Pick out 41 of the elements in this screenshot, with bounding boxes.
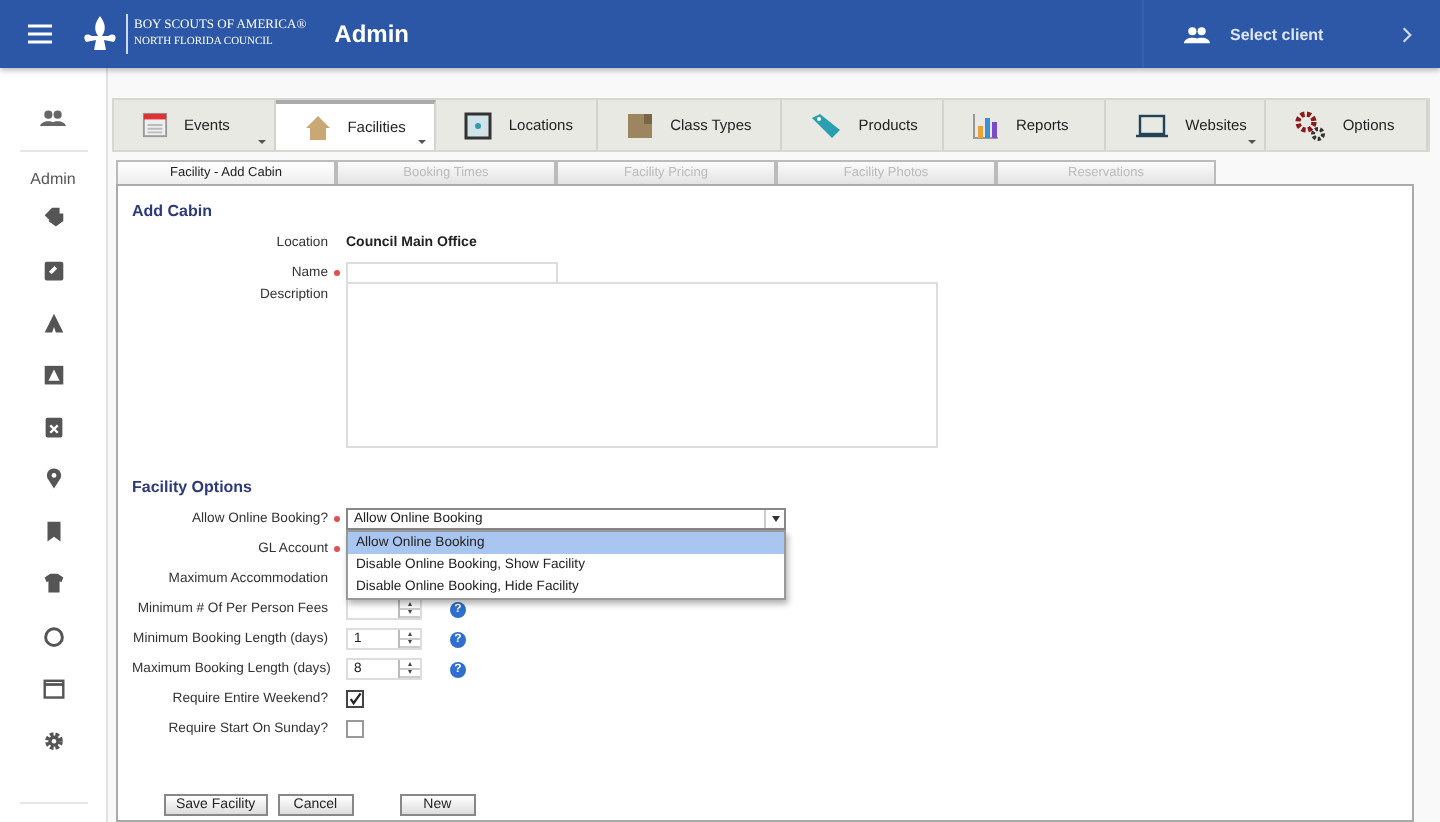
spinner-icon[interactable] bbox=[398, 660, 420, 678]
pin-icon[interactable] bbox=[41, 468, 65, 491]
select-client-button[interactable]: Select client bbox=[1142, 0, 1440, 68]
page-title: Admin bbox=[334, 20, 409, 48]
ticket-icon[interactable] bbox=[41, 259, 65, 282]
number-field[interactable] bbox=[346, 598, 422, 620]
gear-icon[interactable] bbox=[41, 729, 65, 753]
people-icon bbox=[1184, 25, 1210, 43]
window-icon[interactable] bbox=[41, 677, 65, 700]
calendar-x-icon[interactable] bbox=[41, 415, 65, 439]
shirt-icon[interactable] bbox=[41, 572, 65, 596]
name-field[interactable] bbox=[346, 262, 558, 284]
map-icon bbox=[464, 111, 493, 139]
tent-icon[interactable] bbox=[41, 311, 65, 334]
people-icon[interactable] bbox=[40, 110, 66, 127]
caret-icon bbox=[764, 510, 784, 528]
caret-icon[interactable] bbox=[1248, 140, 1257, 144]
fleur-de-lis-icon bbox=[80, 14, 128, 54]
description-field[interactable] bbox=[346, 282, 938, 448]
circle-icon[interactable] bbox=[41, 625, 65, 648]
bar-chart-icon bbox=[971, 111, 1000, 139]
laptop-icon bbox=[1133, 111, 1170, 139]
menu-icon[interactable] bbox=[28, 24, 52, 44]
caret-icon[interactable] bbox=[257, 140, 266, 144]
spinner-icon[interactable] bbox=[398, 600, 420, 618]
checkbox[interactable] bbox=[346, 690, 364, 708]
gears-icon bbox=[1294, 109, 1327, 141]
bookmark-icon[interactable] bbox=[41, 520, 65, 543]
book-icon bbox=[626, 111, 655, 139]
tags-icon[interactable] bbox=[41, 206, 65, 230]
chevron-icon bbox=[1402, 25, 1412, 43]
sidebar-label: Admin bbox=[30, 170, 76, 189]
calendar-icon bbox=[142, 112, 168, 138]
caret-icon[interactable] bbox=[418, 140, 427, 144]
section-heading: Add Cabin bbox=[132, 202, 214, 220]
spinner-icon[interactable] bbox=[398, 630, 420, 648]
section-heading: Facility Options bbox=[132, 478, 255, 496]
house-icon bbox=[303, 113, 332, 141]
checkbox[interactable] bbox=[346, 720, 364, 738]
tag-icon bbox=[810, 111, 843, 139]
tent-box-icon[interactable] bbox=[41, 363, 65, 386]
